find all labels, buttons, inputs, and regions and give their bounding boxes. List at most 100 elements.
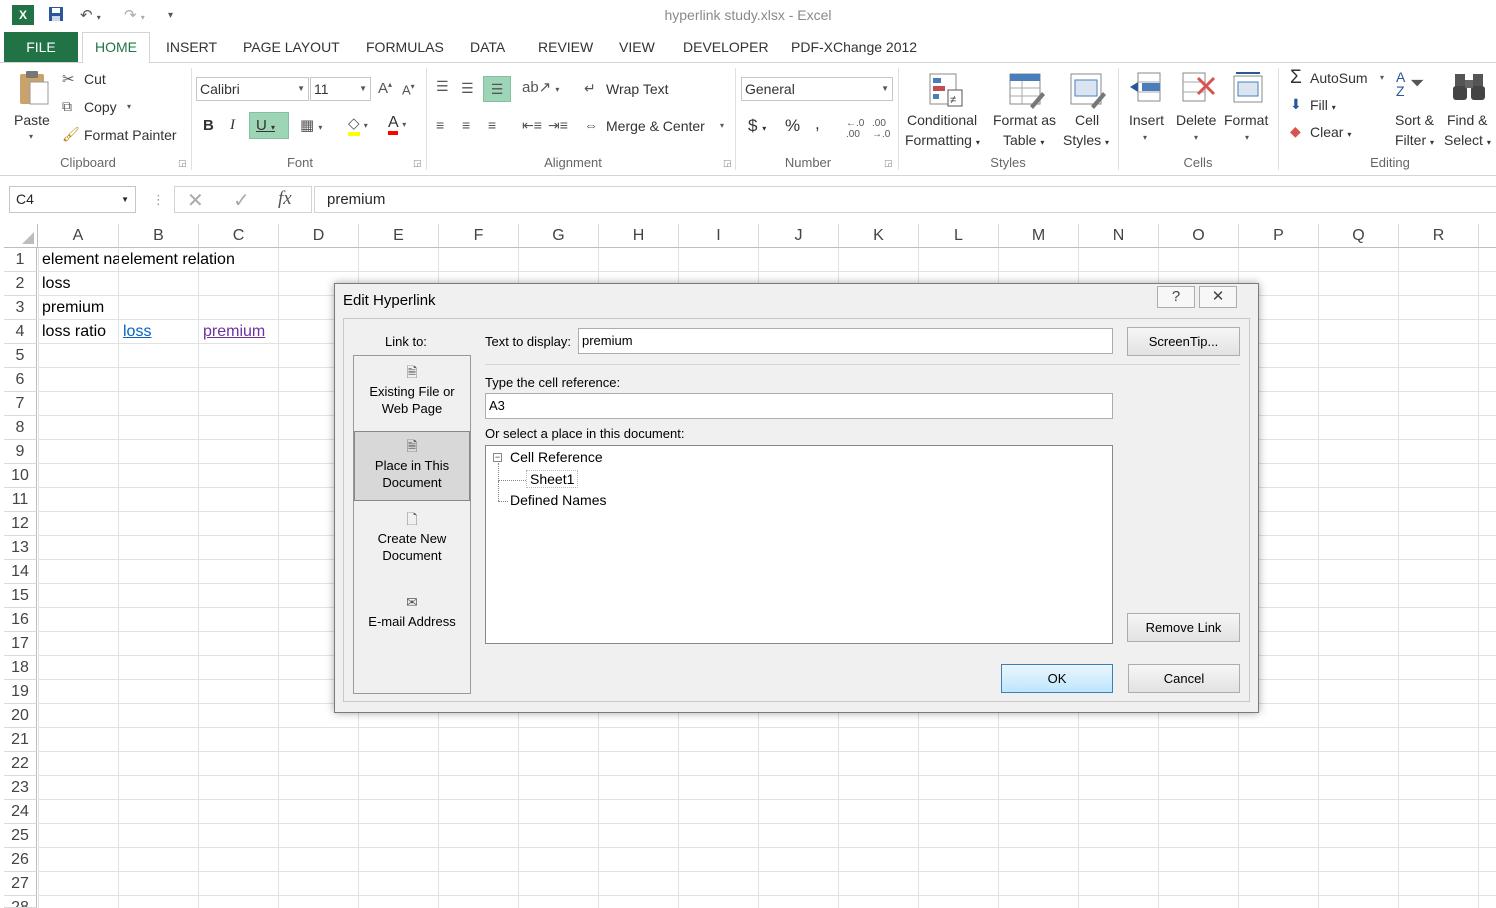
align-center-icon[interactable]: ≡ (462, 117, 470, 133)
align-left-icon[interactable]: ≡ (436, 117, 444, 133)
column-header[interactable]: N (1079, 224, 1159, 248)
conditional-formatting-line1[interactable]: Conditional (907, 112, 977, 128)
italic-icon[interactable]: I (230, 117, 235, 134)
fill-button[interactable]: Fill ▾ (1310, 97, 1336, 113)
row-header[interactable]: 25 (4, 824, 37, 848)
tab-view[interactable]: VIEW (615, 32, 659, 62)
cell-b4-hyperlink[interactable]: loss (119, 320, 199, 344)
percent-icon[interactable]: % (785, 116, 800, 136)
row-header[interactable]: 10 (4, 464, 37, 488)
alignment-launcher-icon[interactable]: ◲ (723, 158, 732, 169)
confirm-entry-icon[interactable]: ✓ (233, 188, 250, 213)
tab-data[interactable]: DATA (466, 32, 509, 62)
select-all-corner[interactable] (4, 224, 38, 248)
document-place-tree[interactable]: − Cell Reference Sheet1 Defined Names (485, 445, 1113, 644)
link-create-new-document[interactable]: 🗋 Create New Document (354, 511, 470, 571)
column-header[interactable]: M (999, 224, 1079, 248)
row-header[interactable]: 7 (4, 392, 37, 416)
row-header[interactable]: 3 (4, 296, 37, 320)
decrease-indent-icon[interactable]: ⇤≡ (522, 117, 542, 134)
font-size-combo[interactable]: 11 ▼ (310, 77, 371, 101)
column-header[interactable]: G (519, 224, 599, 248)
merge-center-button[interactable]: Merge & Center (606, 118, 705, 134)
row-header[interactable]: 16 (4, 608, 37, 632)
row-header[interactable]: 24 (4, 800, 37, 824)
row-header[interactable]: 21 (4, 728, 37, 752)
cell-reference-input[interactable]: A3 (485, 393, 1113, 419)
name-box[interactable]: C4 ▼ (9, 186, 136, 213)
grow-font-icon[interactable]: A▴ (378, 80, 392, 97)
paste-button[interactable]: Paste (14, 112, 50, 128)
format-as-table-line1[interactable]: Format as (993, 112, 1056, 128)
row-header[interactable]: 15 (4, 584, 37, 608)
tab-developer[interactable]: DEVELOPER (679, 32, 773, 62)
cell-a1[interactable]: element na (38, 248, 119, 272)
formula-input[interactable]: premium (314, 186, 1496, 213)
column-header[interactable]: O (1159, 224, 1239, 248)
font-launcher-icon[interactable]: ◲ (413, 158, 422, 169)
insert-cells-button[interactable]: Insert (1129, 112, 1164, 128)
insert-dropdown-icon[interactable]: ▾ (1143, 133, 1147, 142)
format-dropdown-icon[interactable]: ▾ (1245, 133, 1249, 142)
delete-cells-button[interactable]: Delete (1176, 112, 1216, 128)
comma-style-icon[interactable]: , (815, 114, 820, 134)
cell-styles-line1[interactable]: Cell (1075, 112, 1099, 128)
row-header[interactable]: 22 (4, 752, 37, 776)
copy-dropdown-icon[interactable]: ▾ (127, 102, 131, 111)
fill-color-icon[interactable]: ◇ ▾ (348, 114, 368, 136)
cancel-button[interactable]: Cancel (1128, 664, 1240, 693)
column-header[interactable]: K (839, 224, 919, 248)
column-header[interactable]: Q (1319, 224, 1399, 248)
help-button[interactable]: ? (1157, 286, 1195, 308)
cell-c4-hyperlink[interactable]: premium (199, 320, 279, 344)
close-button[interactable]: ✕ (1199, 286, 1237, 308)
copy-button[interactable]: Copy (84, 99, 117, 115)
column-header[interactable]: P (1239, 224, 1319, 248)
column-header[interactable]: C (199, 224, 279, 248)
format-painter-button[interactable]: Format Painter (84, 127, 177, 143)
cell-a3[interactable]: premium (38, 296, 119, 320)
text-to-display-input[interactable]: premium (578, 328, 1113, 354)
top-align-icon[interactable]: ☰ (436, 78, 449, 95)
tree-node-sheet1[interactable]: Sheet1 (526, 470, 579, 488)
row-header[interactable]: 18 (4, 656, 37, 680)
column-header[interactable]: J (759, 224, 839, 248)
link-existing-file[interactable]: 🗎 Existing File or Web Page (354, 364, 470, 424)
bold-icon[interactable]: B (203, 117, 214, 134)
screentip-button[interactable]: ScreenTip... (1127, 327, 1240, 356)
font-color-icon[interactable]: A ▾ (388, 114, 406, 135)
row-header[interactable]: 5 (4, 344, 37, 368)
row-header[interactable]: 20 (4, 704, 37, 728)
bottom-align-icon[interactable]: ☰ (483, 76, 511, 102)
row-header[interactable]: 26 (4, 848, 37, 872)
column-header[interactable]: E (359, 224, 439, 248)
cut-button[interactable]: Cut (84, 71, 106, 87)
row-header[interactable]: 4 (4, 320, 37, 344)
row-header[interactable]: 6 (4, 368, 37, 392)
format-cells-button[interactable]: Format (1224, 112, 1268, 128)
currency-icon[interactable]: $ ▾ (748, 116, 766, 136)
format-as-table-line2[interactable]: Table ▾ (1003, 132, 1044, 148)
link-email-address[interactable]: ✉ E-mail Address (354, 594, 470, 634)
decrease-decimal-icon[interactable]: .00 →.0 (872, 118, 890, 140)
row-header[interactable]: 11 (4, 488, 37, 512)
tab-home[interactable]: HOME (82, 32, 150, 63)
row-header[interactable]: 23 (4, 776, 37, 800)
tree-node-defined-names[interactable]: Defined Names (510, 492, 607, 508)
autosum-button[interactable]: AutoSum (1310, 70, 1368, 86)
link-place-in-document[interactable]: 🗎 Place in This Document (354, 431, 470, 501)
row-header[interactable]: 27 (4, 872, 37, 896)
tab-page-layout[interactable]: PAGE LAYOUT (239, 32, 344, 62)
tab-insert[interactable]: INSERT (162, 32, 221, 62)
middle-align-icon[interactable]: ☰ (461, 80, 474, 97)
row-header[interactable]: 12 (4, 512, 37, 536)
column-header[interactable]: F (439, 224, 519, 248)
underline-icon[interactable]: U ▾ (249, 112, 289, 139)
number-launcher-icon[interactable]: ◲ (884, 158, 893, 169)
orientation-icon[interactable]: ab↗ ▾ (522, 78, 559, 96)
collapse-icon[interactable]: − (493, 453, 502, 462)
tree-node-cell-reference[interactable]: Cell Reference (510, 449, 603, 465)
row-header[interactable]: 9 (4, 440, 37, 464)
row-header[interactable]: 13 (4, 536, 37, 560)
row-header[interactable]: 14 (4, 560, 37, 584)
